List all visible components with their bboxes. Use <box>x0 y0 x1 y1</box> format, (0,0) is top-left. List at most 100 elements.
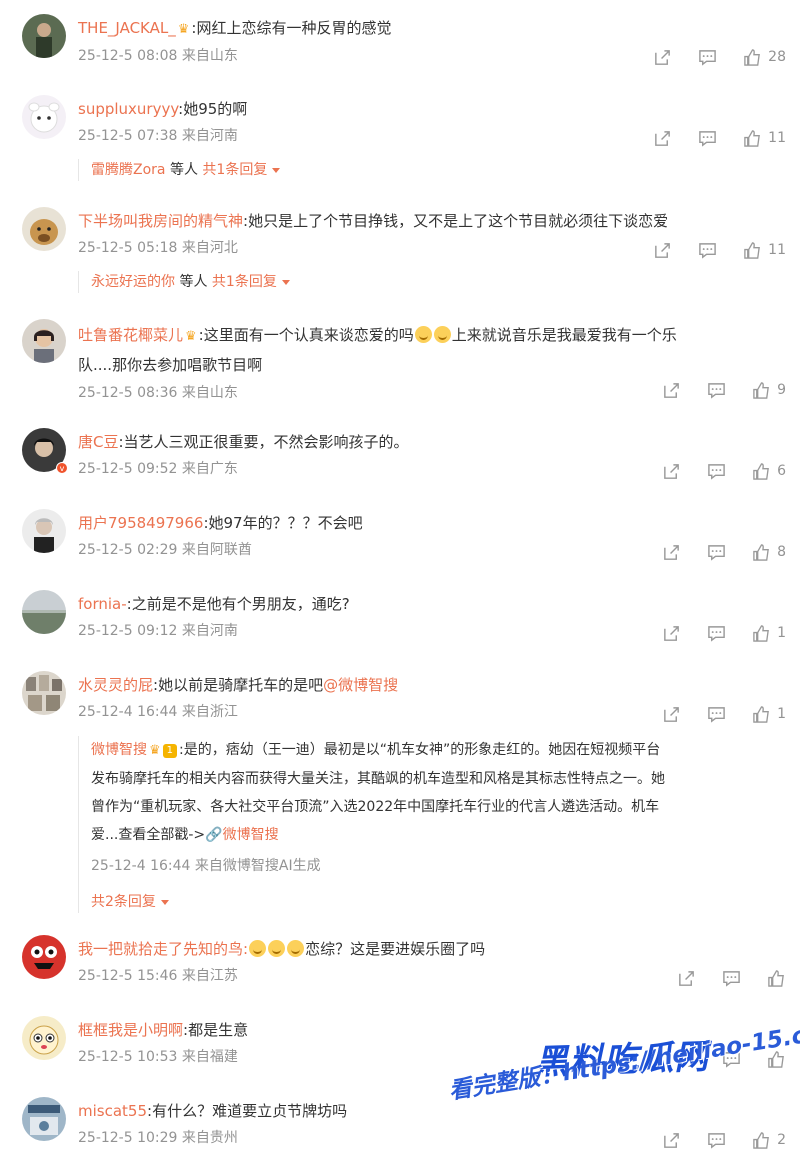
reply-etc: 等人 <box>169 162 198 178</box>
reply-summary[interactable]: 永远好运的你 等人 共1条回复 <box>78 271 786 293</box>
reply-button[interactable] <box>707 543 726 562</box>
comment-time: 25-12-5 09:12 <box>78 623 178 639</box>
avatar[interactable] <box>22 1016 66 1060</box>
more-replies-button[interactable]: 共2条回复 <box>91 891 786 913</box>
avatar[interactable] <box>22 14 66 58</box>
avatar[interactable] <box>22 935 66 979</box>
comment-text: :她97年的？？？不会吧 <box>203 514 363 532</box>
reply-count[interactable]: 共1条回复 <box>202 162 267 178</box>
share-button[interactable] <box>662 381 681 400</box>
chevron-down-icon <box>272 167 281 173</box>
avatar[interactable] <box>22 671 66 715</box>
avatar[interactable] <box>22 509 66 553</box>
reply-button[interactable] <box>707 624 726 643</box>
comment-time: 25-12-5 02:29 <box>78 542 178 558</box>
ai-text-line2: 发布骑摩托车的相关内容而获得大量关注，其酷飒的机车造型和风格是其标志性特点之一。… <box>91 771 665 787</box>
like-button[interactable]: 2 <box>752 1131 786 1150</box>
avatar[interactable] <box>22 95 66 139</box>
share-button[interactable] <box>653 129 672 148</box>
username[interactable]: fornia- <box>78 595 127 613</box>
like-button[interactable]: 6 <box>752 462 786 481</box>
reply-button[interactable] <box>698 48 717 67</box>
like-button[interactable]: 8 <box>752 543 786 562</box>
avatar[interactable] <box>22 319 66 363</box>
thumbs-up-icon <box>744 48 761 66</box>
more-replies-label: 共2条回复 <box>91 894 156 910</box>
comment-time: 25-12-5 05:18 <box>78 240 178 256</box>
share-icon <box>664 706 679 722</box>
share-button[interactable] <box>662 705 681 724</box>
like-count: 8 <box>777 544 786 560</box>
share-button[interactable] <box>653 241 672 260</box>
share-icon <box>655 49 671 65</box>
share-icon <box>664 1132 679 1148</box>
username[interactable]: 我一把就拾走了先知的鸟 <box>78 940 243 958</box>
like-button[interactable]: 28 <box>743 48 786 67</box>
emoji-icon <box>249 940 267 957</box>
like-button[interactable]: 11 <box>743 129 786 148</box>
mention-link[interactable]: @微博智搜 <box>323 676 398 694</box>
username[interactable]: 框框我是小明啊 <box>78 1021 183 1039</box>
level-badge: 1 <box>162 744 178 758</box>
username[interactable]: 吐鲁番花椰菜儿 <box>78 326 183 344</box>
reply-button[interactable] <box>707 705 726 724</box>
comment-icon <box>708 382 725 399</box>
share-button[interactable] <box>677 969 696 988</box>
reply-button[interactable] <box>698 129 717 148</box>
comment-text: :她以前是骑摩托车的是吧 <box>153 676 324 694</box>
ai-text-line3: 曾作为“重机玩家、各大社交平台顶流”入选2022年中国摩托车行业的代言人遴选活动… <box>91 799 660 815</box>
username[interactable]: miscat55 <box>78 1102 147 1120</box>
avatar[interactable]: v <box>22 428 68 474</box>
comment-text: :她95的啊 <box>178 100 248 118</box>
username[interactable]: 唐C豆 <box>78 433 118 451</box>
link-icon: 🔗 <box>205 827 223 843</box>
reply-summary[interactable]: 雷腾腾Zora 等人 共1条回复 <box>78 159 786 181</box>
like-button[interactable]: 9 <box>752 381 786 400</box>
share-button[interactable] <box>662 624 681 643</box>
like-button[interactable] <box>767 969 786 988</box>
crown-icon: ♛ <box>177 22 190 37</box>
share-button[interactable] <box>662 462 681 481</box>
comment-time: 25-12-4 16:44 <box>78 704 178 720</box>
thumbs-up-icon <box>753 1131 769 1149</box>
like-button[interactable]: 1 <box>752 624 786 643</box>
share-icon <box>664 625 679 641</box>
like-count: 2 <box>777 1132 786 1148</box>
comment-text: :网红上恋综有一种反胃的感觉 <box>191 19 392 37</box>
comment-icon <box>708 1132 725 1149</box>
reply-button[interactable] <box>722 969 741 988</box>
username[interactable]: 下半场叫我房间的精气神 <box>78 212 243 230</box>
avatar[interactable] <box>22 207 66 251</box>
ai-username[interactable]: 微博智搜 <box>91 742 147 758</box>
username[interactable]: 用户7958497966 <box>78 514 203 532</box>
reply-author[interactable]: 雷腾腾Zora <box>91 162 166 178</box>
reply-button[interactable] <box>707 462 726 481</box>
avatar[interactable] <box>22 590 66 634</box>
username[interactable]: suppluxuryyy <box>78 100 178 118</box>
username[interactable]: THE_JACKAL_ <box>78 19 176 37</box>
like-button[interactable]: 1 <box>752 705 786 724</box>
crown-icon: ♛ <box>149 743 161 758</box>
thumbs-up-icon <box>753 543 769 561</box>
reply-button[interactable] <box>707 381 726 400</box>
reply-button[interactable] <box>698 241 717 260</box>
comment-location: 来自广东 <box>181 461 238 477</box>
reply-count[interactable]: 共1条回复 <box>212 274 277 290</box>
username[interactable]: 水灵灵的屁 <box>78 676 153 694</box>
share-icon <box>655 130 671 146</box>
comment-text: :她只是上了个节目挣钱，又不是上了这个节目就必须往下谈恋爱 <box>243 212 669 230</box>
like-count: 11 <box>768 242 786 258</box>
reply-button[interactable] <box>707 1131 726 1150</box>
emoji-icon <box>433 326 451 343</box>
like-button[interactable]: 11 <box>743 241 786 260</box>
comment-time: 25-12-5 07:38 <box>78 128 178 144</box>
ai-link[interactable]: 微博智搜 <box>223 827 279 843</box>
share-button[interactable] <box>662 1131 681 1150</box>
avatar[interactable] <box>22 1097 66 1141</box>
share-button[interactable] <box>662 543 681 562</box>
reply-author[interactable]: 永远好运的你 <box>91 274 175 290</box>
comment-time: 25-12-5 15:46 <box>78 968 178 984</box>
thumbs-up-icon <box>768 969 784 987</box>
share-button[interactable] <box>653 48 672 67</box>
comment-location: 来自福建 <box>181 1049 238 1065</box>
